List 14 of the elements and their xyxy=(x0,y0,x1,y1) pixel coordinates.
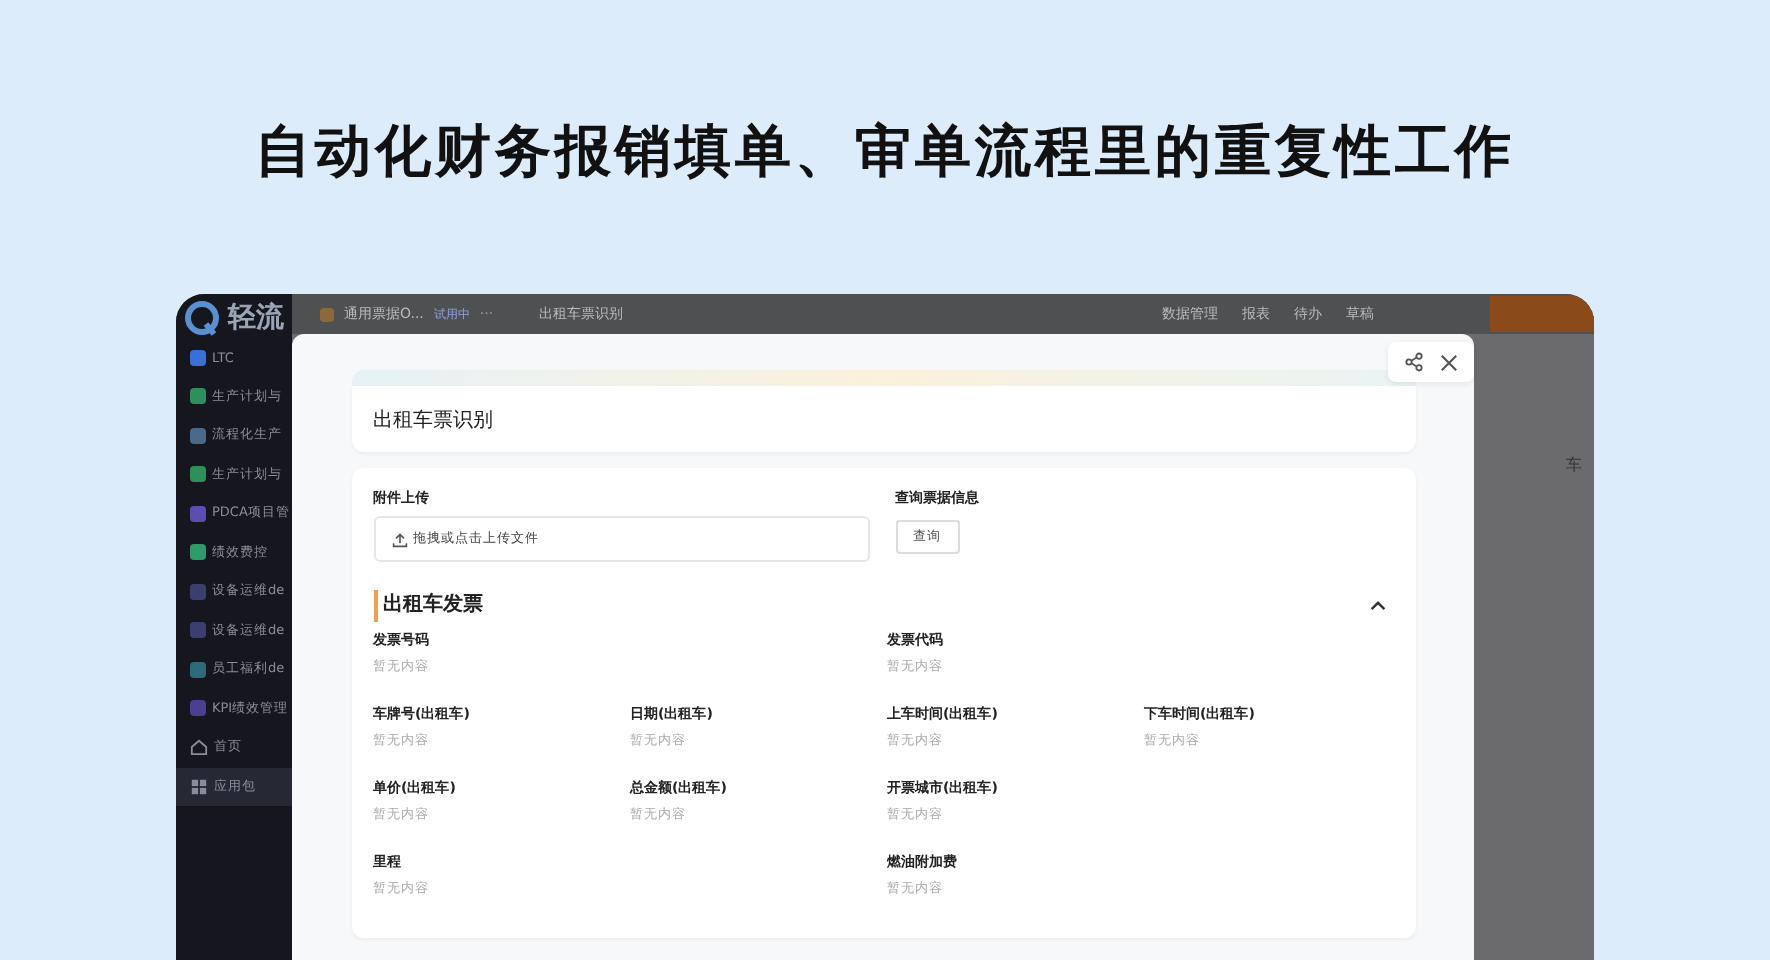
share-icon[interactable] xyxy=(1404,352,1424,372)
upload-icon xyxy=(391,531,407,547)
form-title: 出租车票识别 xyxy=(373,407,493,433)
grid-icon xyxy=(190,777,208,796)
logo-icon xyxy=(184,300,220,336)
action-button[interactable] xyxy=(1490,296,1594,332)
home-icon xyxy=(190,738,208,757)
app-icon xyxy=(320,307,334,321)
column-header: 车 xyxy=(1566,454,1582,474)
logo-text: 轻流 xyxy=(228,300,284,336)
section-title: 出租车发票 xyxy=(373,590,483,622)
chevron-icon[interactable] xyxy=(1369,598,1385,614)
headline: 自动化财务报销填单、审单流程里的重复性工作 xyxy=(255,116,1515,188)
close-icon[interactable] xyxy=(1440,353,1458,371)
